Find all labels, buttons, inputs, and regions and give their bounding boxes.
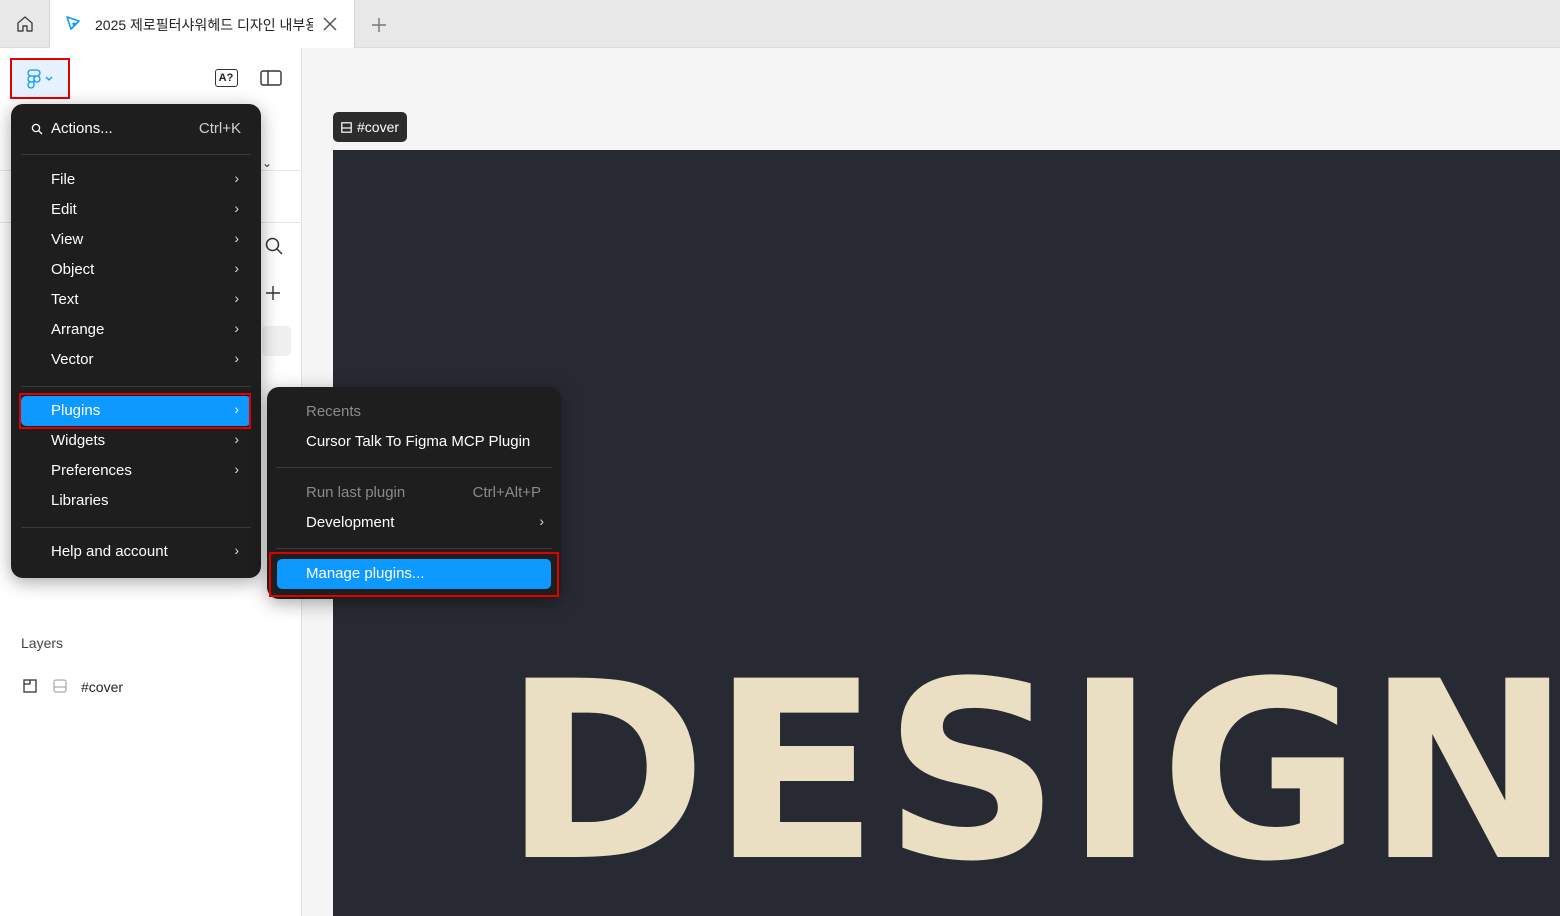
sidebar-toggle-icon [260, 70, 282, 86]
chevron-right-icon: › [234, 230, 239, 246]
chevron-right-icon: › [234, 320, 239, 336]
cover-title: DESIGN [503, 630, 1560, 916]
menu-item-label: Preferences [51, 462, 132, 479]
layer-name: #cover [81, 679, 124, 695]
menu-separator [21, 527, 251, 528]
menu-item-preferences[interactable]: Preferences › [21, 456, 251, 486]
menu-separator [276, 548, 552, 549]
layers-title: Layers [21, 635, 64, 651]
ai-button[interactable]: A? [213, 65, 239, 91]
highlight-box [269, 552, 559, 597]
chevron-right-icon: › [234, 350, 239, 366]
new-tab-button[interactable] [366, 12, 392, 38]
submenu-header-label: Recents [306, 403, 362, 420]
main-menu: Actions... Ctrl+K File › Edit › View › Obje… [11, 104, 261, 578]
submenu-item-development[interactable]: Development › [277, 508, 551, 538]
chevron-right-icon: › [234, 260, 239, 276]
menu-item-object[interactable]: Object › [21, 255, 251, 285]
menu-item-label: Arrange [51, 321, 105, 338]
menu-separator [21, 154, 251, 155]
app-window: 2025 제로필터샤워헤드 디자인 내부용 A? ⌄ Layers #cover… [0, 0, 1560, 916]
menu-item-label: Text [51, 291, 79, 308]
chevron-right-icon: › [234, 542, 239, 558]
main-menu-button[interactable] [10, 58, 70, 99]
search-icon [265, 237, 283, 255]
home-button[interactable] [0, 0, 50, 48]
menu-item-label: Help and account [51, 543, 168, 560]
layer-row[interactable]: #cover [20, 676, 290, 698]
search-icon [31, 123, 43, 135]
frame-label[interactable]: #cover [333, 112, 408, 142]
menu-item-file[interactable]: File › [21, 165, 251, 195]
chevron-down-icon[interactable]: ⌄ [262, 156, 272, 170]
page-item[interactable] [262, 326, 291, 356]
chevron-right-icon: › [234, 200, 239, 216]
menu-item-label: Widgets [51, 432, 106, 449]
menu-item-view[interactable]: View › [21, 225, 251, 255]
figma-logo-icon [27, 68, 41, 89]
home-icon [16, 16, 33, 32]
search-button[interactable] [264, 236, 284, 261]
ai-icon: A? [214, 69, 238, 87]
submenu-item-label: Development [306, 514, 395, 531]
frame-icon [23, 679, 37, 693]
menu-item-libraries[interactable]: Libraries [21, 486, 251, 516]
chevron-right-icon: › [539, 513, 544, 529]
plus-icon [372, 18, 386, 32]
close-icon[interactable] [320, 14, 340, 34]
menu-item-vector[interactable]: Vector › [21, 345, 251, 375]
menu-separator [276, 467, 552, 468]
plus-icon [266, 286, 280, 300]
menu-item-arrange[interactable]: Arrange › [21, 315, 251, 345]
submenu-item-label: Run last plugin [306, 484, 406, 501]
menu-item-widgets[interactable]: Widgets › [21, 426, 251, 456]
sidebar-toggle-button[interactable] [258, 65, 284, 91]
chevron-right-icon: › [234, 461, 239, 477]
menu-item-help[interactable]: Help and account › [21, 537, 251, 567]
submenu-item-recent-plugin[interactable]: Cursor Talk To Figma MCP Plugin [277, 427, 551, 457]
menu-item-label: View [51, 231, 84, 248]
menu-item-label: Vector [51, 351, 94, 368]
highlight-box [19, 393, 251, 429]
menu-item-label: Actions... [51, 120, 113, 137]
menu-item-actions[interactable]: Actions... Ctrl+K [21, 114, 251, 144]
chevron-down-icon [45, 76, 53, 81]
chevron-right-icon: › [234, 431, 239, 447]
add-page-button[interactable] [264, 284, 282, 307]
tab-file[interactable]: 2025 제로필터샤워헤드 디자인 내부용 [50, 0, 355, 48]
submenu-item-run-last: Run last plugin Ctrl+Alt+P [277, 478, 551, 508]
plugins-submenu: Recents Cursor Talk To Figma MCP Plugin … [267, 387, 561, 599]
menu-item-text[interactable]: Text › [21, 285, 251, 315]
tab-title: 2025 제로필터샤워헤드 디자인 내부용 [95, 17, 313, 33]
chevron-right-icon: › [234, 290, 239, 306]
submenu-item-label: Cursor Talk To Figma MCP Plugin [306, 433, 531, 450]
tab-bar: 2025 제로필터샤워헤드 디자인 내부용 [0, 0, 1560, 48]
submenu-item-shortcut: Ctrl+Alt+P [472, 484, 541, 501]
submenu-header-recents: Recents [277, 397, 551, 427]
menu-item-shortcut: Ctrl+K [198, 120, 241, 137]
section-icon [341, 121, 352, 133]
menu-item-label: Libraries [51, 492, 109, 509]
chevron-right-icon: › [234, 170, 239, 186]
section-icon [53, 679, 67, 693]
menu-item-label: File [51, 171, 76, 188]
menu-separator [21, 386, 251, 387]
figma-pen-icon [66, 16, 80, 30]
menu-item-edit[interactable]: Edit › [21, 195, 251, 225]
menu-item-label: Object [51, 261, 95, 278]
menu-item-label: Edit [51, 201, 77, 218]
frame-label-text: #cover [357, 119, 400, 135]
